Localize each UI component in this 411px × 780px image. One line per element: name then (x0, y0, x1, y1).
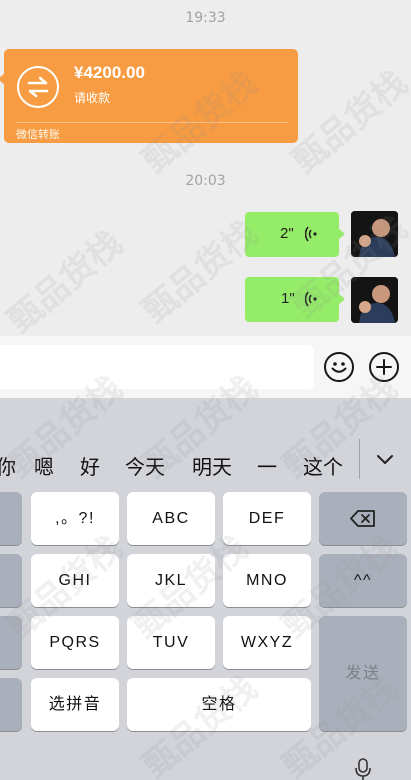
punctuation-key[interactable]: ,。?! (31, 492, 119, 545)
timestamp: 20:03 (185, 173, 226, 189)
voice-wave-icon (305, 291, 317, 307)
left-function-key[interactable] (0, 616, 22, 669)
candidate[interactable]: 这个 (303, 451, 343, 480)
backspace-icon (350, 510, 375, 527)
transfer-divider (16, 122, 288, 123)
microphone-icon[interactable] (354, 758, 372, 780)
caret-key[interactable]: ^^ (319, 554, 407, 607)
candidate[interactable]: 今天 (125, 451, 165, 480)
plus-icon[interactable] (369, 352, 399, 382)
candidate[interactable]: 一 (257, 451, 277, 480)
transfer-card[interactable]: ¥4200.00 请收款 微信转账 (0, 49, 298, 143)
message-input[interactable] (0, 345, 314, 389)
transfer-amount: ¥4200.00 (74, 63, 145, 82)
keyboard: 你 嗯 好 今天 明天 一 这个 ,。?! ABC DEF GHI JKL MN… (0, 399, 411, 780)
voice-duration: 1" (281, 290, 295, 307)
tuv-key[interactable]: TUV (127, 616, 215, 669)
voice-duration: 2" (280, 225, 294, 242)
avatar[interactable] (351, 277, 398, 323)
left-function-key[interactable] (0, 492, 22, 545)
backspace-key[interactable] (319, 492, 407, 545)
wxyz-key[interactable]: WXYZ (223, 616, 311, 669)
transfer-arrows-icon (17, 66, 59, 108)
emoji-icon[interactable] (324, 352, 354, 382)
left-function-key[interactable] (0, 554, 22, 607)
voice-message[interactable]: 1" (245, 277, 345, 322)
candidate[interactable]: 你 (0, 451, 16, 480)
space-key[interactable]: 空格 (127, 678, 311, 731)
input-bar (0, 336, 411, 399)
candidate-separator (359, 439, 360, 479)
candidate-bar: 你 嗯 好 今天 明天 一 这个 (0, 399, 411, 481)
timestamp: 19:33 (185, 10, 226, 26)
chevron-down-icon[interactable] (376, 454, 394, 466)
transfer-status: 请收款 (74, 91, 111, 105)
candidate[interactable]: 好 (80, 451, 100, 480)
candidate[interactable]: 明天 (192, 451, 232, 480)
ghi-key[interactable]: GHI (31, 554, 119, 607)
def-key[interactable]: DEF (223, 492, 311, 545)
voice-message[interactable]: 2" (245, 212, 345, 257)
jkl-key[interactable]: JKL (127, 554, 215, 607)
send-button[interactable]: 发送 (319, 616, 407, 731)
pinyin-key[interactable]: 选拼音 (31, 678, 119, 731)
chat-area: 19:33 ¥4200.00 请收款 微信转账 20:03 2" 1" (0, 0, 411, 336)
mno-key[interactable]: MNO (223, 554, 311, 607)
voice-wave-icon (305, 226, 317, 242)
avatar[interactable] (351, 211, 398, 257)
candidate[interactable]: 嗯 (34, 451, 54, 480)
pqrs-key[interactable]: PQRS (31, 616, 119, 669)
abc-key[interactable]: ABC (127, 492, 215, 545)
transfer-source: 微信转账 (16, 128, 60, 141)
left-function-key[interactable] (0, 678, 22, 731)
